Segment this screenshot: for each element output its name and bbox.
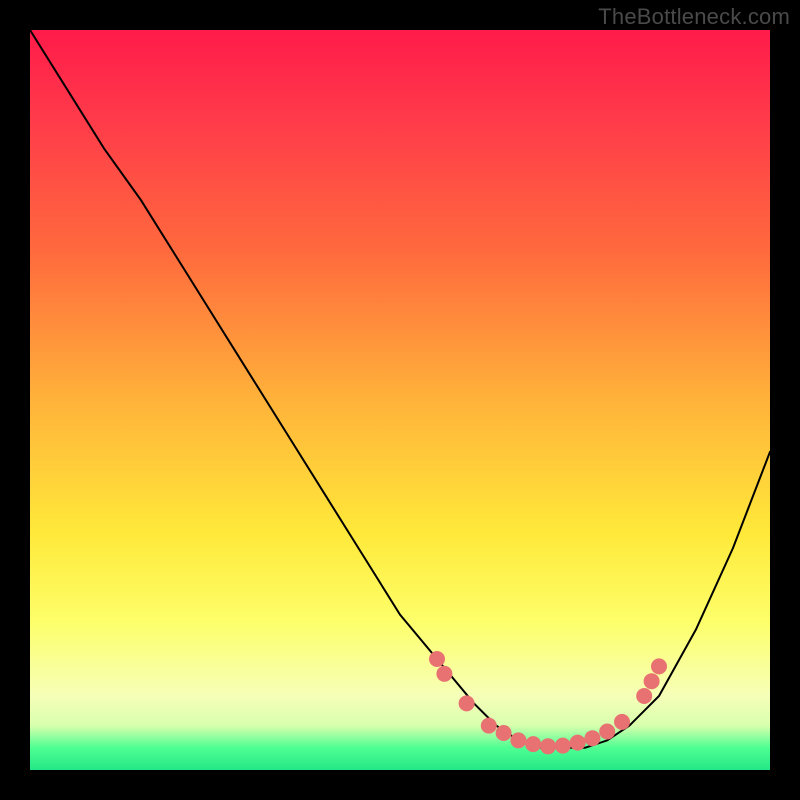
marker-dot [599, 724, 615, 740]
marker-dot [636, 688, 652, 704]
marker-dot [459, 695, 475, 711]
marker-group [429, 651, 667, 754]
chart-frame: TheBottleneck.com [0, 0, 800, 800]
plot-area [30, 30, 770, 770]
marker-dot [644, 673, 660, 689]
curve-layer [30, 30, 770, 770]
bottleneck-curve [30, 30, 770, 748]
marker-dot [651, 658, 667, 674]
watermark-text: TheBottleneck.com [598, 4, 790, 30]
marker-dot [429, 651, 445, 667]
marker-dot [540, 738, 556, 754]
marker-dot [510, 732, 526, 748]
marker-dot [570, 735, 586, 751]
marker-dot [481, 718, 497, 734]
marker-dot [436, 666, 452, 682]
marker-dot [525, 736, 541, 752]
marker-dot [496, 725, 512, 741]
marker-dot [555, 738, 571, 754]
marker-dot [614, 714, 630, 730]
marker-dot [584, 730, 600, 746]
